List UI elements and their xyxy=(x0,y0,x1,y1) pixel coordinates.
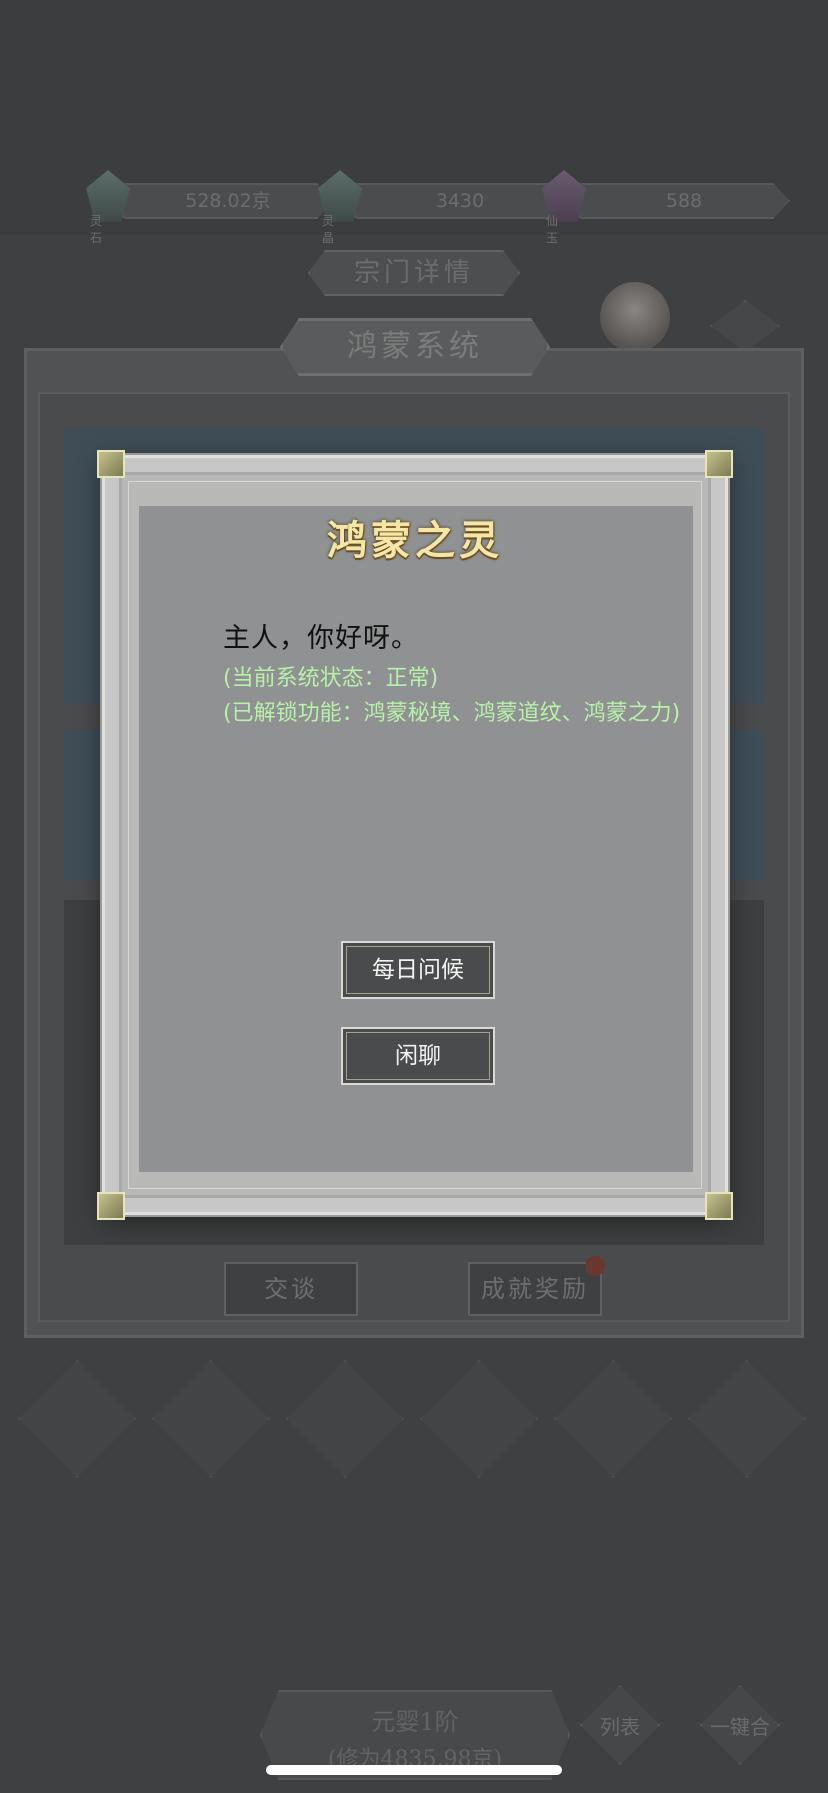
unlocked-features-text: (已解锁功能：鸿蒙秘境、鸿蒙道纹、鸿蒙之力) xyxy=(223,701,681,726)
item-slot xyxy=(286,1360,404,1478)
resource-value: 3430 xyxy=(354,183,566,219)
corner-ornament-icon xyxy=(97,450,125,478)
item-slot xyxy=(420,1360,538,1478)
home-indicator[interactable] xyxy=(266,1765,562,1775)
item-slot xyxy=(688,1360,806,1478)
item-slot xyxy=(554,1360,672,1478)
corner-ornament-icon xyxy=(705,1192,733,1220)
merge-all-button: 一键合成 xyxy=(700,1685,780,1765)
chat-button[interactable]: 闲聊 xyxy=(341,1027,495,1085)
collapse-button xyxy=(710,300,780,352)
slot-row xyxy=(18,1360,818,1480)
greeting-text: 主人，你好呀。 xyxy=(223,623,419,654)
sect-title: 宗门详情 xyxy=(308,250,520,296)
list-button: 列表 xyxy=(580,1685,660,1765)
corner-ornament-icon xyxy=(705,450,733,478)
resource-value: 528.02京 xyxy=(122,183,334,219)
notification-dot xyxy=(585,1256,605,1276)
resource-label: 灵石 xyxy=(90,214,103,245)
resource-label: 灵晶 xyxy=(322,214,335,245)
realm-label: 元婴1阶 xyxy=(371,1708,459,1736)
avatar xyxy=(600,282,670,352)
item-slot xyxy=(18,1360,136,1478)
resource-label: 仙玉 xyxy=(546,214,559,245)
dialog-title: 鸿蒙之灵 xyxy=(327,517,503,564)
dialog-hongmeng-spirit: 鸿蒙之灵 主人，你好呀。 (当前系统状态：正常) (已解锁功能：鸿蒙秘境、鸿蒙道… xyxy=(97,450,733,1220)
resource-value: 588 xyxy=(578,183,790,219)
item-slot xyxy=(152,1360,270,1478)
talk-button: 交谈 xyxy=(224,1262,358,1316)
system-title: 鸿蒙系统 xyxy=(280,318,550,376)
achievement-button: 成就奖励 xyxy=(468,1262,602,1316)
daily-greeting-button[interactable]: 每日问候 xyxy=(341,941,495,999)
system-status-text: (当前系统状态：正常) xyxy=(223,666,439,691)
corner-ornament-icon xyxy=(97,1192,125,1220)
